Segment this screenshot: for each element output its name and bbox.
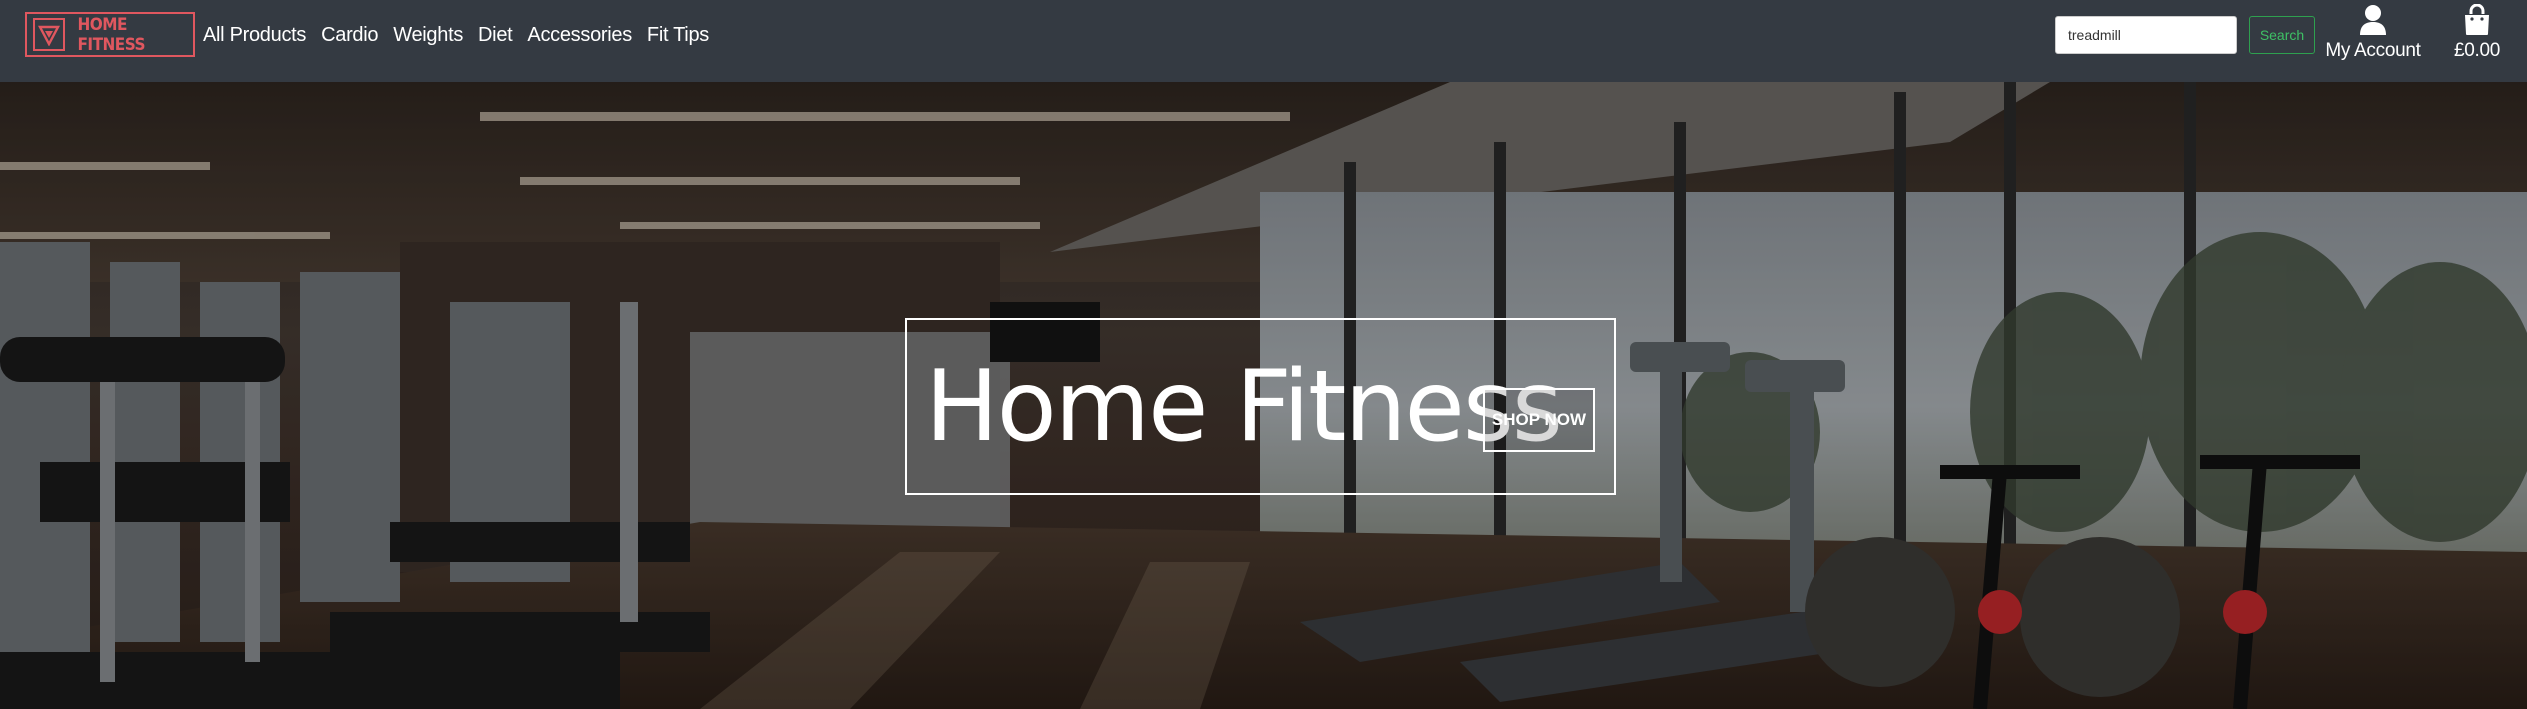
- shop-now-button[interactable]: SHOP NOW: [1483, 388, 1595, 452]
- brand-name: HOME FITNESS: [77, 14, 146, 55]
- logo-emblem-icon: [33, 18, 66, 51]
- nav-link-diet[interactable]: Diet: [478, 24, 513, 47]
- hero-title: Home Fitness: [925, 349, 1563, 464]
- search-button[interactable]: Search: [2249, 16, 2315, 54]
- nav-link-fit-tips[interactable]: Fit Tips: [647, 24, 709, 47]
- nav-link-cardio[interactable]: Cardio: [321, 24, 378, 47]
- brand-logo[interactable]: HOME FITNESS: [25, 12, 195, 57]
- navbar: HOME FITNESS All Products Cardio Weights…: [0, 0, 2527, 82]
- user-icon: [2360, 5, 2386, 35]
- cart-total: £0.00: [2453, 40, 2501, 61]
- shopping-bag-icon: [2465, 4, 2489, 35]
- nav-link-weights[interactable]: Weights: [393, 24, 463, 47]
- hero-title-box: Home Fitness SHOP NOW: [905, 318, 1616, 495]
- cart-link[interactable]: £0.00: [2452, 2, 2502, 66]
- search-input[interactable]: [2055, 16, 2237, 54]
- my-account-link[interactable]: My Account: [2325, 2, 2421, 66]
- nav-link-accessories[interactable]: Accessories: [527, 24, 632, 47]
- main-nav: All Products Cardio Weights Diet Accesso…: [203, 24, 724, 47]
- nav-link-all-products[interactable]: All Products: [203, 24, 306, 47]
- my-account-label: My Account: [2325, 40, 2421, 61]
- hero-banner: Home Fitness SHOP NOW: [0, 82, 2527, 709]
